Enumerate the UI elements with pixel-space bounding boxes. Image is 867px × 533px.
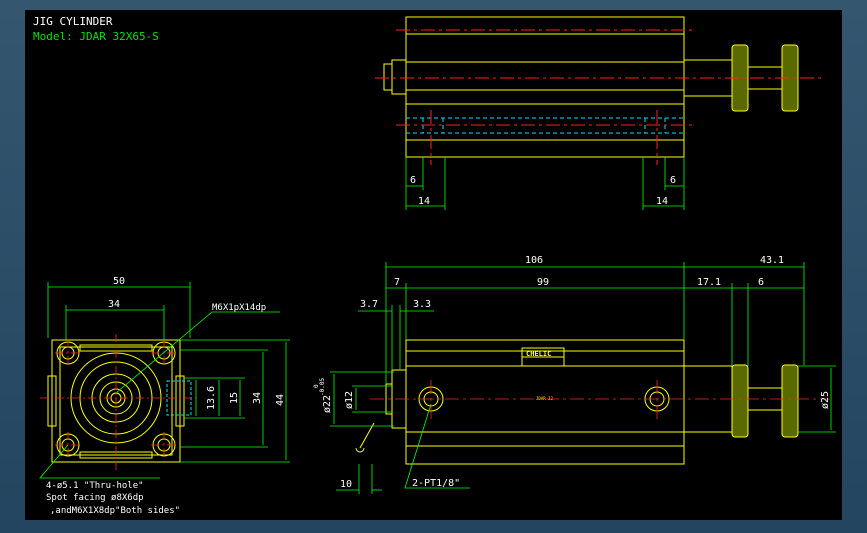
dim-34-side: 34 — [252, 392, 263, 404]
dim-17-1: 17.1 — [697, 277, 721, 288]
side-view: CHELIC JDAR 32 106 43.1 7 99 17.1 6 3.7 … — [313, 255, 836, 494]
dim-3-7: 3.7 — [360, 299, 378, 310]
thread-note: M6X1pX14dp — [212, 303, 266, 313]
port-note: 2-PT1/8" — [412, 478, 460, 489]
holes-note: 4-ø5.1 "Thru-hole" — [46, 481, 144, 491]
dim-6-right: 6 — [670, 175, 676, 186]
dim-14-right: 14 — [656, 196, 668, 207]
dim-15: 15 — [229, 392, 240, 404]
dim-13-6: 13.6 — [206, 386, 217, 410]
front-view: 50 34 M6X1pX14dp 13.6 15 34 44 4-ø5.1 "T… — [39, 276, 290, 516]
brand-label: CHELIC — [526, 350, 551, 358]
dim-3-3: 3.3 — [413, 299, 431, 310]
dim-6: 6 — [758, 277, 764, 288]
dim-dia-12: ø12 — [344, 391, 355, 409]
dim-99: 99 — [537, 277, 549, 288]
dim-dia-22: ø22 — [322, 395, 333, 413]
dim-106: 106 — [525, 255, 543, 266]
both-sides-note: ,andM6X1X8dp"Both sides" — [50, 506, 180, 516]
top-view: 6 14 6 14 — [375, 16, 825, 210]
dim-dia-25: ø25 — [820, 391, 831, 409]
dim-43-1: 43.1 — [760, 255, 784, 266]
spot-facing-note: Spot facing ø8X6dp — [46, 493, 144, 503]
dim-dia-22-tol-lower: -0.05 — [319, 378, 326, 396]
cad-drawing: 6 14 6 14 50 34 M6X1pX14dp 13.6 15 34 44… — [39, 16, 836, 516]
dim-10: 10 — [340, 479, 352, 490]
dim-7: 7 — [394, 277, 400, 288]
model-mark: JDAR 32 — [536, 396, 553, 401]
dim-50: 50 — [113, 276, 125, 287]
dim-6-left: 6 — [410, 175, 416, 186]
dim-34-top: 34 — [108, 299, 120, 310]
dim-14-left: 14 — [418, 196, 430, 207]
dim-44: 44 — [275, 394, 286, 406]
